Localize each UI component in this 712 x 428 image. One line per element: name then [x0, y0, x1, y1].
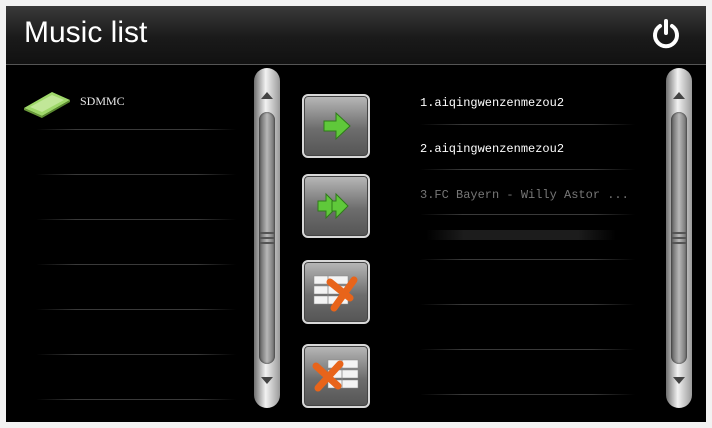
grip-line	[672, 237, 686, 239]
playlist-item[interactable]: 3.FC Bayern - Willy Astor ...	[420, 188, 650, 212]
list-divider	[420, 349, 635, 350]
grip-line	[672, 232, 686, 234]
device-frame: Music list SDMMC 1.aiqingwenzenmezou2 2.…	[0, 0, 712, 428]
header-bar: Music list	[6, 6, 706, 65]
screen: Music list SDMMC 1.aiqingwenzenmezou2 2.…	[6, 6, 706, 422]
list-divider	[420, 169, 635, 170]
power-button[interactable]	[650, 18, 682, 50]
scroll-up-icon[interactable]	[261, 92, 273, 99]
list-divider	[36, 399, 236, 400]
list-divider	[420, 124, 635, 125]
playlist-scrollbar[interactable]	[666, 68, 692, 408]
scroll-thumb[interactable]	[671, 112, 687, 364]
list-divider	[420, 259, 635, 260]
page-title: Music list	[24, 16, 148, 49]
remove-from-list-icon	[313, 275, 358, 312]
double-arrow-right-icon	[317, 192, 349, 220]
scroll-down-icon[interactable]	[673, 377, 685, 384]
list-divider	[36, 219, 236, 220]
scroll-thumb[interactable]	[259, 112, 275, 364]
list-divider	[36, 264, 236, 265]
arrow-right-icon	[323, 111, 351, 141]
grip-line	[260, 232, 274, 234]
list-divider	[420, 304, 635, 305]
scroll-down-icon[interactable]	[261, 377, 273, 384]
clear-list-button[interactable]	[302, 344, 370, 408]
source-item-sdmmc[interactable]: SDMMC	[20, 84, 240, 124]
list-divider	[36, 174, 236, 175]
playlist-item[interactable]: 2.aiqingwenzenmezou2	[420, 142, 650, 166]
source-item-label: SDMMC	[80, 94, 125, 108]
list-divider	[420, 214, 635, 215]
scroll-up-icon[interactable]	[673, 92, 685, 99]
list-divider	[420, 394, 635, 395]
power-icon	[653, 19, 679, 49]
grip-line	[672, 242, 686, 244]
grip-line	[260, 242, 274, 244]
add-selected-button[interactable]	[302, 94, 370, 158]
sd-card-icon	[24, 92, 70, 118]
list-divider	[36, 309, 236, 310]
remove-selected-button[interactable]	[302, 260, 370, 324]
grip-line	[260, 237, 274, 239]
clear-list-icon	[312, 359, 359, 392]
empty-row-shadow	[426, 230, 616, 240]
list-divider	[36, 354, 236, 355]
list-divider	[36, 129, 236, 130]
source-scrollbar[interactable]	[254, 68, 280, 408]
playlist-item[interactable]: 1.aiqingwenzenmezou2	[420, 96, 650, 120]
add-all-button[interactable]	[302, 174, 370, 238]
